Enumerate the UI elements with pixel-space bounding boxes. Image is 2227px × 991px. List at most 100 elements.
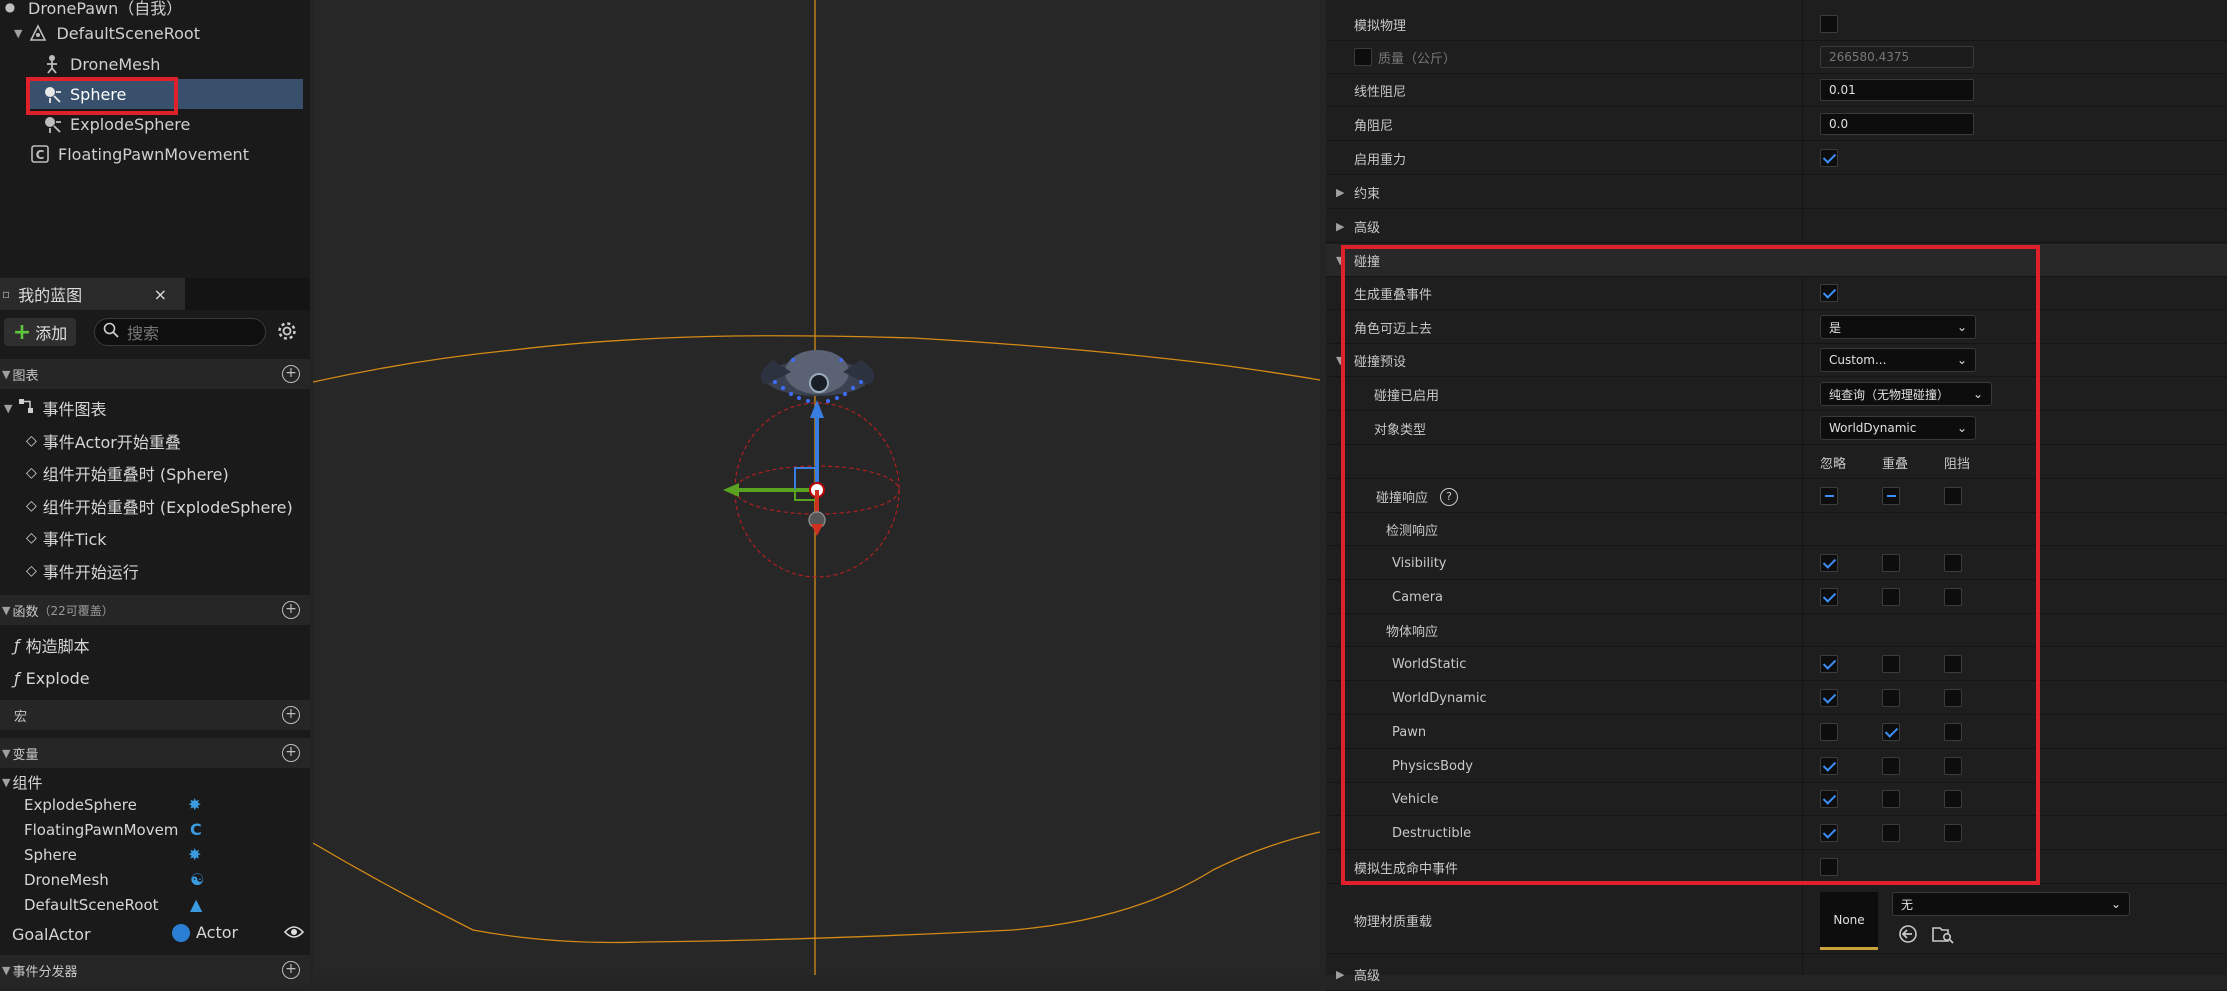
- event-label: 组件开始重叠时 (Sphere): [42, 465, 229, 484]
- add-button[interactable]: + 添加: [4, 318, 76, 346]
- event-item[interactable]: ◇ 组件开始重叠时 (ExplodeSphere): [26, 492, 293, 520]
- add-function-icon[interactable]: +: [282, 601, 300, 619]
- collapse-arrow-icon: ▼: [2, 746, 11, 760]
- functions-count: （22可覆盖）: [38, 603, 114, 618]
- plus-icon: +: [12, 319, 32, 345]
- property-label: 角阻尼: [1354, 119, 1394, 134]
- mass-field[interactable]: 266580.4375: [1820, 46, 1974, 68]
- skeletal-mesh-icon: ☯: [190, 870, 205, 889]
- section-label: 函数: [12, 604, 39, 620]
- simulate-physics-checkbox[interactable]: [1820, 15, 1838, 33]
- enable-gravity-checkbox[interactable]: [1820, 149, 1838, 167]
- drone-mesh[interactable]: [760, 350, 875, 403]
- collapse-arrow-icon: ▼: [2, 603, 11, 617]
- phys-material-thumbnail[interactable]: None: [1820, 892, 1878, 950]
- tree-row-explode-sphere[interactable]: ExplodeSphere: [42, 109, 310, 139]
- gear-icon[interactable]: [276, 320, 298, 346]
- tree-item-label: ExplodeSphere: [70, 114, 191, 134]
- event-diamond-icon: ◇: [26, 563, 37, 579]
- section-event-dispatchers[interactable]: ▼ 事件分发器 +: [0, 955, 310, 985]
- variable-row-goal-actor[interactable]: GoalActor: [12, 922, 91, 946]
- variable-label: ExplodeSphere: [24, 796, 137, 814]
- mass-override-checkbox[interactable]: [1354, 48, 1372, 66]
- tab-my-blueprint[interactable]: ▫ 我的蓝图 ×: [0, 278, 185, 310]
- tree-scene-root-label: DefaultSceneRoot: [56, 23, 200, 43]
- browse-folder-icon[interactable]: [1932, 924, 1954, 948]
- event-label: 组件开始重叠时 (ExplodeSphere): [42, 498, 293, 517]
- tree-item-label: DroneMesh: [70, 54, 161, 74]
- collapse-arrow-icon[interactable]: ▼: [14, 27, 22, 40]
- section-functions[interactable]: ▼ 函数 （22可覆盖） +: [0, 595, 310, 625]
- property-label: 高级: [1354, 221, 1381, 236]
- chevron-down-icon: ⌄: [2110, 897, 2121, 911]
- collapse-arrow-icon: ▼: [2, 367, 11, 381]
- movement-component-icon: C: [30, 144, 50, 164]
- tree-row-floating-pawn-movement[interactable]: C FloatingPawnMovement: [30, 139, 310, 169]
- property-label: 约束: [1354, 187, 1381, 202]
- variable-type-label: Actor: [196, 923, 239, 942]
- event-label: 事件Actor开始重叠: [42, 433, 181, 452]
- variable-row[interactable]: Sphere: [24, 843, 77, 867]
- section-label: 宏: [14, 709, 28, 725]
- add-variable-icon[interactable]: +: [282, 744, 300, 762]
- variable-label: GoalActor: [12, 924, 91, 944]
- event-graph-label: 事件图表: [42, 400, 107, 419]
- row-advanced[interactable]: ▶ 高级: [1326, 210, 2227, 243]
- variable-row[interactable]: DroneMesh: [24, 868, 109, 892]
- event-diamond-icon: ◇: [26, 498, 37, 514]
- add-label: 添加: [35, 324, 68, 343]
- angular-damping-field[interactable]: 0.0: [1820, 113, 1974, 135]
- section-variables[interactable]: ▼ 变量 +: [0, 738, 310, 768]
- linear-damping-field[interactable]: 0.01: [1820, 79, 1974, 101]
- event-item[interactable]: ◇ 事件Actor开始重叠: [26, 427, 181, 455]
- function-item[interactable]: ƒ Explode: [14, 664, 90, 692]
- highlight-box-collision: [1341, 245, 2040, 885]
- movement-component-icon: C: [190, 820, 202, 839]
- section-label: 图表: [12, 368, 39, 384]
- event-item[interactable]: ◇ 事件Tick: [26, 524, 107, 552]
- search-icon: [103, 322, 119, 342]
- search-input[interactable]: 搜索: [94, 318, 266, 346]
- section-macros[interactable]: 宏 +: [0, 700, 310, 730]
- property-label: 物理材质重载: [1354, 915, 1433, 930]
- section-graphs[interactable]: ▼ 图表 +: [0, 359, 310, 389]
- event-diamond-icon: ◇: [26, 530, 37, 546]
- variable-row[interactable]: FloatingPawnMovem: [24, 818, 178, 842]
- blueprint-toolbar: + 添加 搜索: [0, 314, 310, 350]
- variable-label: FloatingPawnMovem: [24, 821, 179, 839]
- row-constraints[interactable]: ▶ 约束: [1326, 176, 2227, 209]
- function-icon: ƒ: [14, 635, 20, 655]
- eye-icon[interactable]: [283, 924, 305, 944]
- variable-row[interactable]: ExplodeSphere: [24, 793, 137, 817]
- event-label: 事件Tick: [42, 530, 107, 549]
- event-diamond-icon: ◇: [26, 433, 37, 449]
- tree-row-drone-mesh[interactable]: DroneMesh: [42, 49, 310, 79]
- row-linear-damping: 线性阻尼 0.01: [1326, 74, 2227, 107]
- variable-label: Sphere: [24, 846, 77, 864]
- function-item[interactable]: ƒ 构造脚本: [14, 631, 90, 659]
- row-angular-damping: 角阻尼 0.0: [1326, 108, 2227, 141]
- viewport[interactable]: [313, 0, 1320, 975]
- close-icon[interactable]: ×: [154, 285, 167, 304]
- skeletal-mesh-icon: [42, 54, 62, 74]
- add-dispatcher-icon[interactable]: +: [282, 961, 300, 979]
- add-graph-icon[interactable]: +: [282, 365, 300, 383]
- collapse-arrow-icon: ▼: [4, 401, 13, 415]
- event-graph-item[interactable]: ▼ 事件图表: [4, 394, 106, 422]
- event-item[interactable]: ◇ 事件开始运行: [26, 557, 139, 585]
- phys-material-dropdown[interactable]: 无 ⌄: [1892, 892, 2130, 916]
- event-item[interactable]: ◇ 组件开始重叠时 (Sphere): [26, 459, 229, 487]
- property-label: 质量（公斤）: [1378, 52, 1457, 67]
- row-enable-gravity: 启用重力: [1326, 142, 2227, 175]
- add-macro-icon[interactable]: +: [282, 706, 300, 724]
- scene-component-icon: [28, 23, 48, 43]
- expand-arrow-icon: ▶: [1336, 186, 1345, 199]
- tree-row-default-scene-root[interactable]: ▼ DefaultSceneRoot: [14, 18, 310, 48]
- use-selected-asset-icon[interactable]: [1898, 924, 1918, 948]
- bound-curve-bottom: [313, 831, 1320, 944]
- components-category[interactable]: ▼ 组件: [0, 770, 42, 794]
- sphere-collision-icon: ✸: [188, 845, 202, 864]
- variable-row[interactable]: DefaultSceneRoot: [24, 893, 159, 917]
- variable-label: DefaultSceneRoot: [24, 896, 159, 914]
- search-placeholder: 搜索: [127, 324, 160, 343]
